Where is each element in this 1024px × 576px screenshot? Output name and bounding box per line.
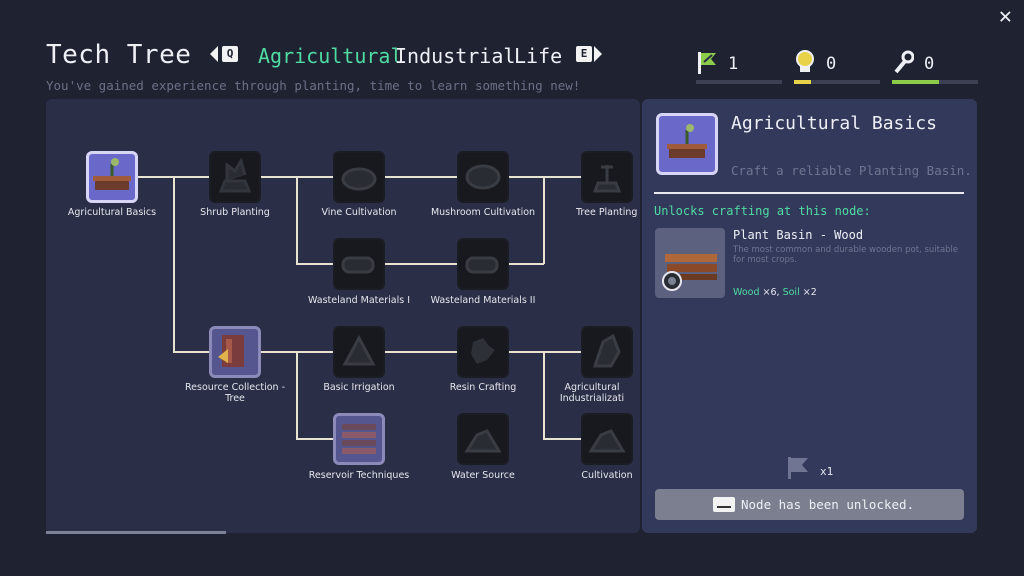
resource-progress-bar bbox=[794, 80, 880, 84]
node-water-source[interactable] bbox=[457, 413, 509, 465]
detail-node-icon bbox=[656, 113, 718, 175]
leaf-flag-icon bbox=[698, 52, 716, 74]
space-key-icon bbox=[713, 497, 735, 512]
node-label: Agricultural Basics bbox=[67, 207, 157, 218]
resin-icon bbox=[471, 338, 495, 364]
tree-sapling-icon bbox=[592, 165, 622, 193]
resource-value: 0 bbox=[826, 54, 837, 74]
log-icon bbox=[465, 256, 499, 274]
next-tab-key[interactable]: E bbox=[576, 46, 592, 62]
node-label: Reservoir Techniques bbox=[308, 470, 410, 481]
reservoir-icon bbox=[342, 424, 376, 454]
node-shrub-planting[interactable] bbox=[209, 151, 261, 203]
item-name: Plant Basin - Wood bbox=[733, 228, 864, 242]
tab-agricultural[interactable]: Agricultural bbox=[258, 44, 403, 68]
lightbulb-icon bbox=[796, 50, 814, 72]
node-basic-irrigation[interactable] bbox=[333, 326, 385, 378]
log-icon bbox=[341, 256, 375, 274]
node-wasteland-materials-1[interactable] bbox=[333, 238, 385, 290]
leaf-flag-icon bbox=[788, 457, 808, 479]
detail-title: Agricultural Basics bbox=[731, 113, 937, 134]
node-label: Cultivation bbox=[581, 470, 633, 481]
tech-tree-panel[interactable]: Agricultural Basics Shrub Planting Vine … bbox=[46, 99, 640, 533]
node-label: Resin Crafting bbox=[449, 382, 517, 393]
page-title: Tech Tree bbox=[46, 40, 192, 70]
cost-qty: ×2 bbox=[802, 287, 817, 298]
node-reservoir-techniques[interactable] bbox=[333, 413, 385, 465]
page-subtitle: You've gained experience through plantin… bbox=[46, 78, 581, 93]
node-label: Mushroom Cultivation bbox=[430, 207, 536, 218]
vine-icon bbox=[341, 167, 377, 191]
industrial-plant-icon bbox=[592, 333, 621, 368]
node-cultivation[interactable] bbox=[581, 413, 633, 465]
unlocks-label: Unlocks crafting at this node: bbox=[654, 204, 871, 218]
resource-agricultural-points: 1 bbox=[696, 50, 782, 90]
unlock-item-card[interactable] bbox=[655, 228, 725, 298]
tree-scrollbar[interactable] bbox=[46, 531, 226, 534]
node-agricultural-industrialization[interactable] bbox=[581, 326, 633, 378]
node-label: Wasteland Materials I bbox=[307, 295, 411, 306]
unlock-button-label: Node has been unlocked. bbox=[741, 497, 915, 512]
node-label: Shrub Planting bbox=[200, 207, 270, 218]
resource-progress-bar bbox=[892, 80, 978, 84]
node-cost-count: x1 bbox=[820, 465, 834, 478]
mushroom-icon bbox=[465, 164, 501, 190]
planting-basin-icon bbox=[93, 158, 131, 190]
node-label: Basic Irrigation bbox=[323, 382, 395, 393]
planting-basin-icon bbox=[667, 124, 707, 158]
node-agricultural-basics[interactable] bbox=[86, 151, 138, 203]
cost-qty: ×6 bbox=[762, 287, 777, 298]
cultivation-icon bbox=[588, 429, 626, 453]
resource-value: 0 bbox=[924, 54, 935, 74]
node-mushroom-cultivation[interactable] bbox=[457, 151, 509, 203]
resource-value: 1 bbox=[728, 54, 739, 74]
node-resin-crafting[interactable] bbox=[457, 326, 509, 378]
irrigation-icon bbox=[342, 334, 376, 366]
tab-life[interactable]: Life bbox=[514, 44, 562, 68]
node-label: Tree Planting bbox=[576, 207, 637, 218]
node-label: Agricultural Industrializati bbox=[559, 382, 625, 404]
item-cost: Wood ×6, Soil ×2 bbox=[733, 287, 817, 298]
node-label: Wasteland Materials II bbox=[430, 295, 536, 306]
cost-material: Soil bbox=[782, 287, 800, 298]
node-label: Water Source bbox=[451, 470, 515, 481]
node-vine-cultivation[interactable] bbox=[333, 151, 385, 203]
resource-progress-bar bbox=[696, 80, 782, 84]
node-resource-collection-tree[interactable] bbox=[209, 326, 261, 378]
prev-tab-key[interactable]: Q bbox=[222, 46, 238, 62]
cost-material: Wood bbox=[733, 287, 760, 298]
node-wasteland-materials-2[interactable] bbox=[457, 238, 509, 290]
close-icon[interactable]: ✕ bbox=[999, 4, 1012, 29]
shrub-icon bbox=[218, 157, 252, 193]
tree-axe-icon bbox=[218, 335, 244, 367]
node-label: Resource Collection - Tree bbox=[184, 382, 286, 404]
detail-description: Craft a reliable Planting Basin. bbox=[731, 163, 972, 178]
item-description: The most common and durable wooden pot, … bbox=[733, 245, 959, 265]
node-tree-planting[interactable] bbox=[581, 151, 633, 203]
wood-planks-icon bbox=[662, 254, 717, 291]
node-label: Vine Cultivation bbox=[321, 207, 397, 218]
node-cost bbox=[786, 455, 812, 485]
divider bbox=[654, 192, 964, 194]
water-source-icon bbox=[464, 429, 502, 453]
resource-industrial-points: 0 bbox=[892, 50, 978, 90]
unlock-node-button[interactable]: Node has been unlocked. bbox=[655, 489, 964, 520]
resource-research-points: 0 bbox=[794, 50, 880, 90]
next-tab-arrow-icon[interactable] bbox=[594, 46, 602, 62]
prev-tab-arrow-icon[interactable] bbox=[210, 46, 218, 62]
wrench-icon bbox=[894, 50, 915, 74]
tab-industrial[interactable]: Industrial bbox=[395, 44, 515, 68]
